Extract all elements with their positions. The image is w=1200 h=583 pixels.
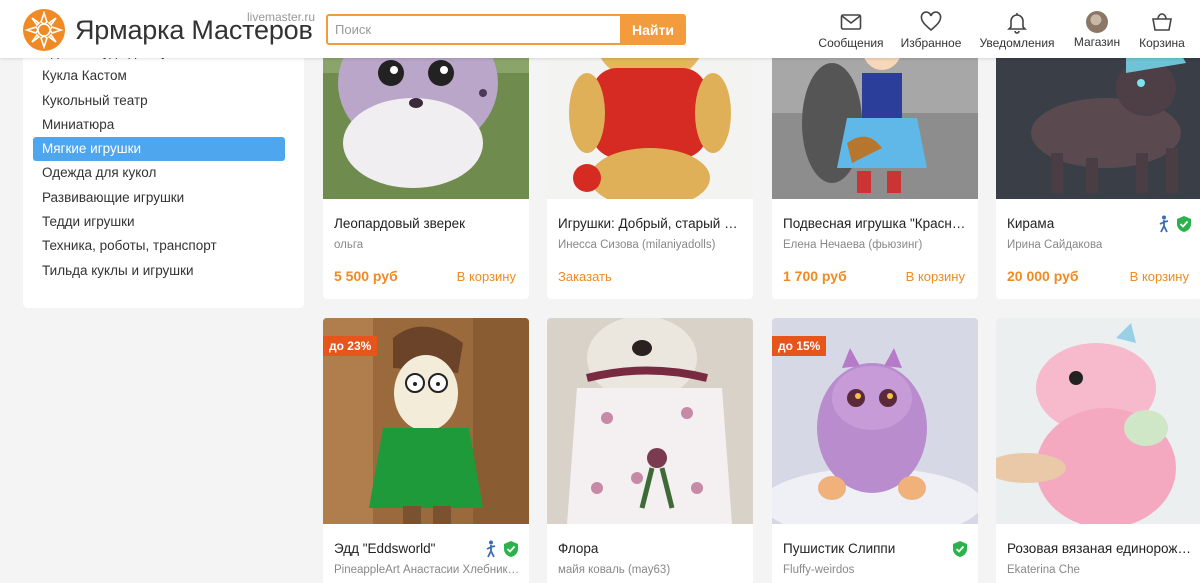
product-title[interactable]: Кирама [1007, 216, 1147, 231]
category-item[interactable]: Тедди игрушки [33, 210, 285, 234]
verified-shield-icon [1177, 216, 1191, 232]
site-header: Ярмарка Мастеров livemaster.ru Найти Соо… [0, 0, 1200, 58]
product-price: 1 700 руб [783, 268, 847, 284]
product-image[interactable]: до 23% [323, 318, 529, 524]
product-title[interactable]: Флора [558, 541, 743, 556]
category-item[interactable]: Одежда для кукол [33, 161, 285, 185]
product-seller[interactable]: Ekaterina Che [1007, 564, 1197, 576]
brand-domain: livemaster.ru [247, 10, 316, 24]
nav-favorites-label: Избранное [900, 36, 962, 50]
product-title[interactable]: Леопардовый зверек [334, 216, 519, 231]
seller-marks [1157, 215, 1192, 233]
search-input[interactable] [326, 14, 622, 45]
nav-shop[interactable]: Магазин [1070, 10, 1124, 52]
heart-icon [920, 11, 942, 32]
product-image[interactable] [996, 318, 1200, 524]
product-seller[interactable]: майя коваль (may63) [558, 564, 748, 576]
nav-shop-label: Магазин [1073, 35, 1121, 49]
category-item[interactable]: Миниатюра [33, 113, 285, 137]
product-seller[interactable]: Fluffy-weirdos [783, 564, 973, 576]
walking-person-icon [486, 540, 496, 558]
nav-cart[interactable]: Корзина [1134, 10, 1190, 52]
product-seller[interactable]: Елена Нечаева (фьюзинг) [783, 239, 973, 251]
product-card[interactable]: до 23% Эдд "Eddsworld" PineappleArt Анас… [323, 318, 529, 583]
discount-badge: до 15% [772, 336, 827, 356]
nav-favorites[interactable]: Избранное [898, 10, 964, 52]
logo-icon[interactable] [22, 8, 66, 52]
envelope-icon [840, 14, 862, 30]
add-to-cart-button[interactable]: В корзину [906, 269, 965, 284]
product-seller[interactable]: Инесса Сизова (milaniyadolls) [558, 239, 748, 251]
avatar [1086, 11, 1108, 33]
add-to-cart-button[interactable]: В корзину [1130, 269, 1189, 284]
search-button[interactable]: Найти [620, 14, 686, 45]
verified-shield-icon [504, 541, 518, 557]
verified-shield-icon [953, 541, 967, 557]
product-seller[interactable]: PineappleArt Анастасии Хлебник… [334, 564, 524, 576]
nav-messages[interactable]: Сообщения [818, 10, 884, 52]
product-grid: Леопардовый зверек ольга 5 500 руб В кор… [323, 0, 1200, 583]
category-list: Еда и посуда для кукол Кукла Кастом Куко… [33, 40, 285, 283]
category-sidebar: Еда и посуда для кукол Кукла Кастом Куко… [23, 40, 304, 308]
product-card[interactable]: Флора майя коваль (may63) [547, 318, 753, 583]
product-seller[interactable]: Ирина Сайдакова [1007, 239, 1197, 251]
category-item[interactable]: Кукла Кастом [33, 64, 285, 88]
product-price: 20 000 руб [1007, 268, 1079, 284]
category-item[interactable]: Кукольный театр [33, 89, 285, 113]
nav-notifications-label: Уведомления [979, 36, 1055, 50]
product-title[interactable]: Игрушки: Добрый, старый д… [558, 216, 743, 231]
walking-person-icon [1159, 215, 1169, 233]
discount-badge: до 23% [323, 336, 378, 356]
product-card[interactable]: до 15% Пушистик Слиппи Fluffy-weirdos [772, 318, 978, 583]
product-card[interactable]: Розовая вязаная единорож… Ekaterina Che [996, 318, 1200, 583]
product-title[interactable]: Розовая вязаная единорож… [1007, 541, 1192, 556]
product-seller[interactable]: ольга [334, 239, 524, 251]
product-title[interactable]: Подвесная игрушка "Красн… [783, 216, 968, 231]
nav-cart-label: Корзина [1139, 36, 1185, 50]
category-item-active[interactable]: Мягкие игрушки [33, 137, 285, 162]
category-item[interactable]: Развивающие игрушки [33, 186, 285, 210]
add-to-cart-button[interactable]: В корзину [457, 269, 516, 284]
seller-marks [952, 540, 968, 558]
category-item[interactable]: Техника, роботы, транспорт [33, 234, 285, 258]
product-title[interactable]: Пушистик Слиппи [783, 541, 923, 556]
nav-messages-label: Сообщения [818, 36, 884, 50]
order-button[interactable]: Заказать [558, 269, 612, 284]
product-image[interactable] [547, 318, 753, 524]
seller-marks [484, 540, 519, 558]
product-price: 5 500 руб [334, 268, 398, 284]
category-item[interactable]: Тильда куклы и игрушки [33, 259, 285, 283]
bell-icon [1007, 13, 1027, 34]
basket-icon [1152, 13, 1172, 31]
nav-notifications[interactable]: Уведомления [976, 10, 1058, 52]
product-title[interactable]: Эдд "Eddsworld" [334, 541, 474, 556]
product-image[interactable]: до 15% [772, 318, 978, 524]
